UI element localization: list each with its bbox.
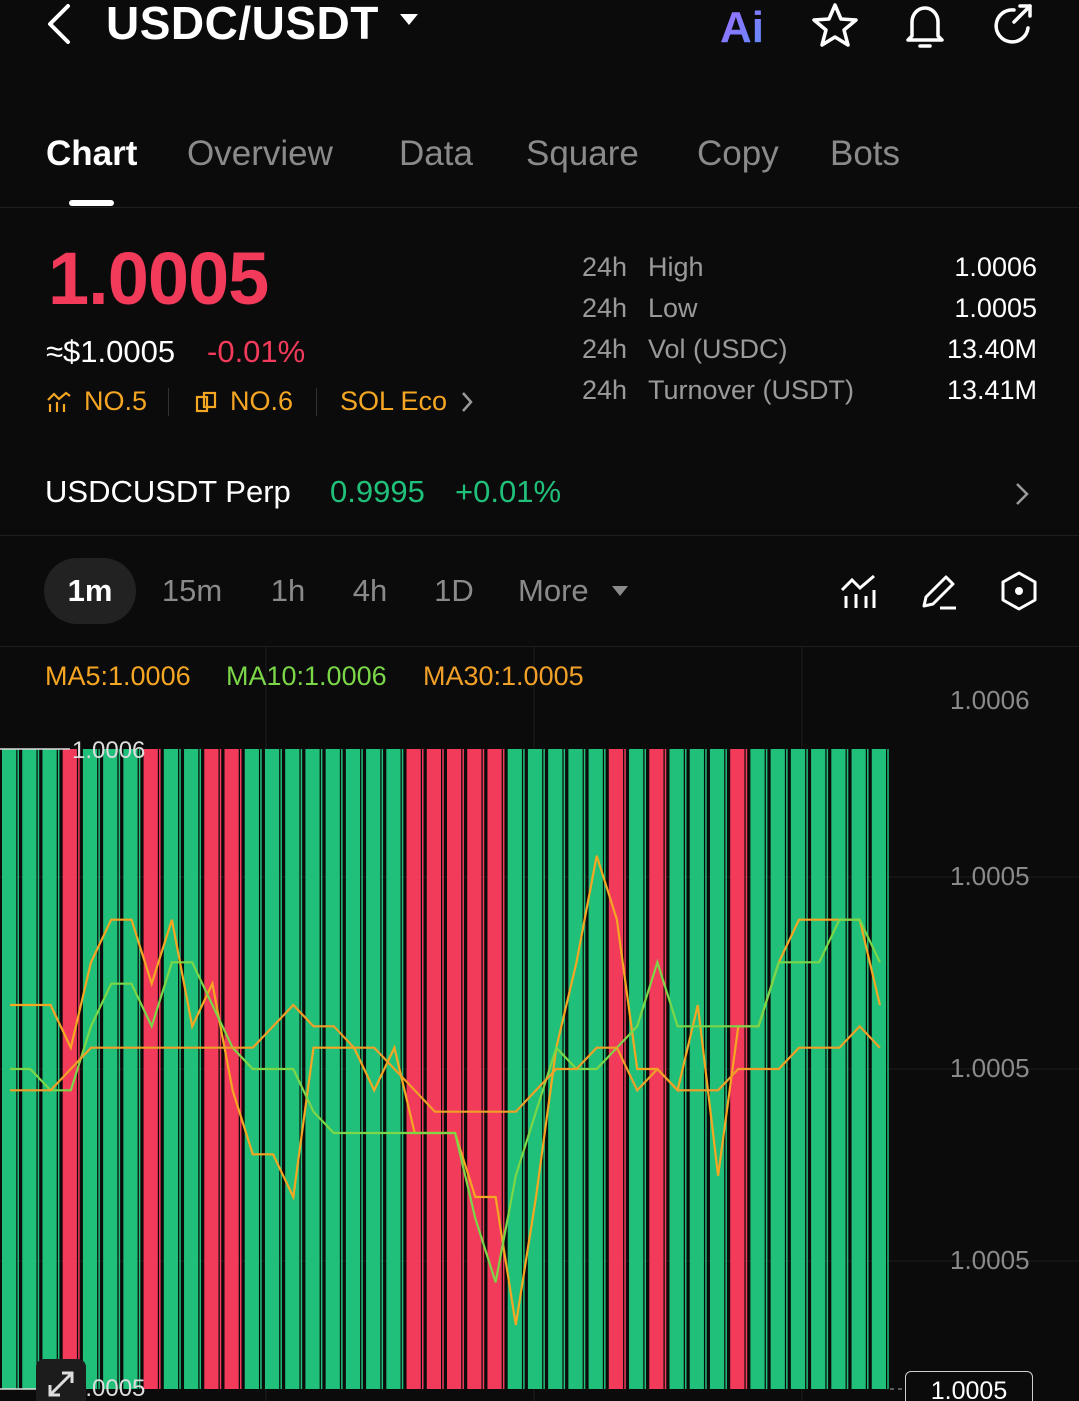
chevron-right-icon (462, 391, 473, 412)
ai-icon[interactable]: Ai (718, 0, 768, 50)
header: USDC/USDT Ai (0, 0, 1079, 60)
timeframe-1m[interactable]: 1m (44, 558, 136, 624)
caret-down-icon[interactable] (610, 584, 630, 598)
candle (467, 749, 482, 1389)
timeframe-4h[interactable]: 4h (340, 558, 400, 624)
candle (487, 749, 502, 1389)
candle (831, 749, 846, 1389)
ma5-line (10, 855, 881, 1326)
candle (527, 749, 543, 1389)
back-icon[interactable] (40, 2, 80, 46)
tab-bar: Chart Overview Data Square Copy Bots (0, 120, 1079, 208)
rank-1-label: NO.5 (84, 386, 148, 416)
y-tick-label: 1.0005 (950, 1053, 1030, 1083)
tab-data[interactable]: Data (399, 134, 473, 174)
usd-price: ≈$1.0005 (46, 334, 176, 369)
chart-rank-icon (47, 391, 71, 412)
y-tick-label: 1.0005 (950, 861, 1030, 891)
eco-tag[interactable]: SOL Eco (340, 386, 475, 417)
candle (811, 749, 826, 1389)
ma30-label: MA30:1.0005 (423, 661, 584, 691)
candle (82, 749, 98, 1389)
tab-chart[interactable]: Chart (46, 134, 137, 174)
candle (608, 749, 624, 1389)
timeframe-1h[interactable]: 1h (258, 558, 318, 624)
eco-label: SOL Eco (340, 386, 448, 416)
caret-down-icon[interactable] (398, 8, 420, 30)
candle (709, 749, 725, 1389)
share-icon[interactable] (988, 0, 1038, 50)
timeframe-1d[interactable]: 1D (424, 558, 484, 624)
candle (123, 749, 138, 1389)
candlestick-chart[interactable]: MA5:1.0006 MA10:1.0006 MA30:1.0005 1.000… (0, 646, 1079, 1401)
perp-name: USDCUSDT Perp (45, 474, 291, 509)
candle (224, 749, 239, 1389)
star-icon[interactable] (810, 0, 860, 50)
y-tick-label: 1.0005 (950, 1245, 1030, 1275)
candle (366, 749, 381, 1389)
divider (168, 388, 169, 416)
chevron-right-icon (1016, 483, 1029, 505)
bell-icon[interactable] (900, 0, 950, 50)
settings-hexagon-icon[interactable] (998, 570, 1040, 612)
timeframe-15m[interactable]: 15m (152, 558, 232, 624)
timeframe-bar: 1m 15m 1h 4h 1D More (0, 556, 1079, 626)
candle (790, 749, 806, 1389)
ma10-line (10, 918, 881, 1283)
last-price-tag: 1.0005 (905, 1371, 1033, 1401)
candle (42, 749, 57, 1389)
indicator-icon[interactable] (838, 570, 880, 612)
pair-title[interactable]: USDC/USDT (106, 0, 379, 50)
candle (163, 749, 179, 1389)
chart-canvas[interactable] (0, 647, 1079, 1401)
candle (406, 749, 421, 1389)
stat-volume: 24h Vol (USDC) 13.40M (582, 334, 1037, 364)
rank-badge-2[interactable]: NO.6 (194, 386, 293, 417)
stat-turnover: 24h Turnover (USDT) 13.41M (582, 375, 1037, 405)
perp-price: 0.9995 (330, 474, 425, 509)
candle (325, 749, 340, 1389)
volume-rank-icon (195, 391, 217, 412)
perp-change: +0.01% (455, 474, 562, 509)
candle (184, 749, 199, 1389)
active-tab-indicator (69, 200, 114, 206)
stat-high: 24h High 1.0006 (582, 252, 1037, 282)
tab-bots[interactable]: Bots (830, 134, 900, 174)
expand-chart-button[interactable] (36, 1359, 86, 1401)
timeframe-more[interactable]: More (518, 558, 602, 624)
candle (689, 749, 704, 1389)
price-change: -0.01% (207, 334, 306, 369)
candle (851, 749, 866, 1389)
candle (426, 749, 441, 1389)
y-tick-label: 1.0006 (950, 685, 1030, 715)
rank-badge-1[interactable]: NO.5 (46, 386, 147, 417)
rank-2-label: NO.6 (230, 386, 294, 416)
candle (143, 749, 158, 1389)
divider (316, 388, 317, 416)
expand-icon (48, 1371, 74, 1397)
ai-icon-label: Ai (720, 3, 764, 50)
ma10-label: MA10:1.0006 (226, 661, 387, 691)
candle (204, 749, 219, 1389)
ma5-label: MA5:1.0006 (45, 661, 191, 691)
last-price: 1.0005 (48, 237, 269, 320)
candle (345, 749, 361, 1389)
candle (305, 749, 320, 1389)
tab-overview[interactable]: Overview (187, 134, 333, 174)
stat-low: 24h Low 1.0005 (582, 293, 1037, 323)
candle (103, 749, 118, 1389)
perp-row[interactable]: USDCUSDT Perp 0.9995 +0.01% (0, 456, 1079, 536)
draw-pencil-icon[interactable] (918, 570, 960, 612)
tab-square[interactable]: Square (526, 134, 639, 174)
high-marker-label: 1.0006 (72, 737, 146, 764)
candle (871, 749, 886, 1389)
tab-copy[interactable]: Copy (697, 134, 779, 174)
candle (447, 749, 462, 1389)
ma30-line (10, 1003, 881, 1113)
